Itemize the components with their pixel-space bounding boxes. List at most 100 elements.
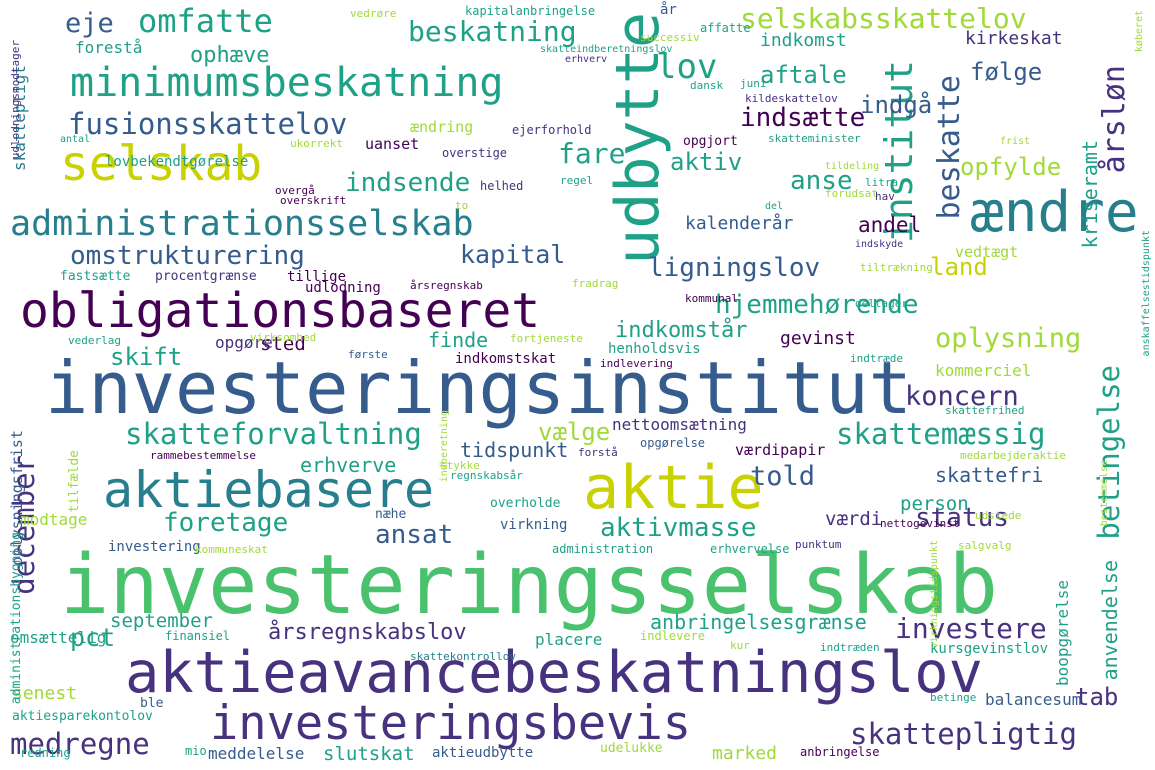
cloud-word: litra <box>865 176 899 189</box>
cloud-word: ansat <box>375 520 454 550</box>
cloud-word: overholde <box>490 496 561 511</box>
cloud-word: aktivmasse <box>600 513 757 543</box>
cloud-word: uanset <box>365 135 420 153</box>
word-cloud: investeringsselskab investeringsinstitut a… <box>0 0 1155 770</box>
cloud-word: affatte <box>700 21 751 35</box>
cloud-word: punktum <box>795 538 842 551</box>
cloud-word: forudsat <box>825 187 878 200</box>
cloud-word: ligningslov <box>648 253 821 283</box>
cloud-word: virkning <box>500 517 568 533</box>
cloud-word: investere <box>895 612 1047 645</box>
cloud-word: opfylde <box>960 153 1062 181</box>
cloud-word: frist <box>1000 136 1031 147</box>
cloud-word: placere <box>535 630 603 649</box>
cloud-word: administrationsselskab <box>10 204 474 244</box>
cloud-word: mio <box>185 744 207 758</box>
cloud-word: virkningstidspunkt <box>929 540 940 649</box>
cloud-word: udlodningsmodtager <box>9 40 22 160</box>
cloud-word: finde <box>428 328 489 352</box>
cloud-word: betinge <box>930 691 977 704</box>
cloud-word: rammebestemmelse <box>150 449 256 462</box>
cloud-word: beskatte <box>932 75 967 220</box>
cloud-word: fortjeneste <box>510 332 583 345</box>
cloud-word: årsregnskabslov <box>268 620 467 645</box>
cloud-word: nettogevinst <box>880 517 960 530</box>
cloud-word: kalenderår <box>685 213 794 234</box>
cloud-word: investering <box>108 539 201 555</box>
cloud-word: investeringsbevis <box>210 696 692 751</box>
cloud-word: deltager <box>855 297 908 310</box>
cloud-word: kriseramt <box>1078 140 1102 249</box>
cloud-word: omsættelig <box>10 628 107 647</box>
cloud-word: meddelelse <box>208 744 305 763</box>
cloud-word: indsætte <box>740 103 866 133</box>
cloud-word: antal <box>60 134 91 145</box>
cloud-word: told <box>750 461 816 492</box>
cloud-word: udelukke <box>600 741 663 756</box>
cloud-word: slutskat <box>323 743 415 765</box>
cloud-word: aktie <box>583 453 764 523</box>
cloud-word: ophæve <box>190 43 270 68</box>
cloud-word: indlevere <box>640 629 706 643</box>
cloud-word: person <box>900 493 969 515</box>
cloud-word: administrationsbygning <box>9 532 24 705</box>
cloud-word: vedrøre <box>350 7 397 20</box>
cloud-word: indberetning <box>439 410 450 483</box>
cloud-word: anskaffelsestidspunkt <box>1141 230 1152 357</box>
cloud-word: henholdsvis <box>608 341 701 357</box>
cloud-word: redning <box>20 746 71 760</box>
cloud-word: tildeling <box>825 161 880 172</box>
cloud-word: skatteminister <box>768 132 861 145</box>
cloud-word: årsløn <box>1097 65 1132 174</box>
cloud-word: udlodning <box>305 280 381 296</box>
cloud-word: boopgørelse <box>1053 580 1072 686</box>
cloud-word: indtræden <box>820 641 880 654</box>
cloud-word: overskrift <box>280 194 347 207</box>
cloud-word: andel <box>858 213 922 237</box>
cloud-word: værdi <box>825 508 883 530</box>
cloud-word: balancesum <box>985 690 1082 709</box>
cloud-word: oplysning <box>935 323 1082 354</box>
cloud-word: år <box>660 2 677 18</box>
cloud-word: indlevering <box>600 357 673 370</box>
cloud-word: forstå <box>578 446 618 459</box>
cloud-word: ændring <box>410 118 474 136</box>
cloud-word: indkomst <box>760 30 847 51</box>
cloud-word: skattemæssig <box>836 417 1046 451</box>
cloud-word: kommuneskat <box>195 543 268 556</box>
cloud-word: skattefri <box>935 463 1044 487</box>
cloud-word: aktiv <box>670 148 743 176</box>
cloud-word: ændre <box>970 180 1139 245</box>
cloud-word: fare <box>558 137 626 170</box>
cloud-word: marked <box>712 743 778 764</box>
cloud-word: fradrag <box>572 277 619 290</box>
cloud-word: anbringelse <box>800 745 880 759</box>
cloud-word: gevinst <box>780 328 856 349</box>
cloud-word: kapitalanbringelse <box>465 4 596 18</box>
cloud-word: procentgrænse <box>155 269 257 284</box>
cloud-word: første <box>348 348 388 361</box>
cloud-word: kirkeskat <box>965 28 1063 49</box>
cloud-word: fastsætte <box>60 269 131 284</box>
cloud-word: finansiel <box>165 629 231 643</box>
cloud-word: hav <box>875 190 895 203</box>
cloud-word: skattefrihed <box>945 404 1025 417</box>
cloud-word: regel <box>560 174 594 187</box>
cloud-word: indtræde <box>850 352 903 365</box>
cloud-word: erhverve <box>300 453 397 477</box>
cloud-word: to <box>455 199 469 212</box>
cloud-word: successiv <box>640 31 700 44</box>
cloud-word: næhe <box>375 507 407 522</box>
cloud-word: skatteforvaltning <box>125 417 422 451</box>
cloud-word: køberet <box>1134 10 1145 53</box>
cloud-word: indgå <box>860 91 933 119</box>
cloud-word: værdipapir <box>735 441 826 459</box>
cloud-word: vederlag <box>68 334 121 347</box>
cloud-word: helhed <box>480 179 524 193</box>
cloud-word: skattepligtig <box>850 717 1077 751</box>
cloud-word: salg <box>958 539 985 552</box>
cloud-word: beskatning <box>408 15 577 48</box>
cloud-word: valg <box>985 539 1012 552</box>
cloud-word: del <box>765 201 784 212</box>
cloud-word: kildeskattelov <box>745 92 838 105</box>
